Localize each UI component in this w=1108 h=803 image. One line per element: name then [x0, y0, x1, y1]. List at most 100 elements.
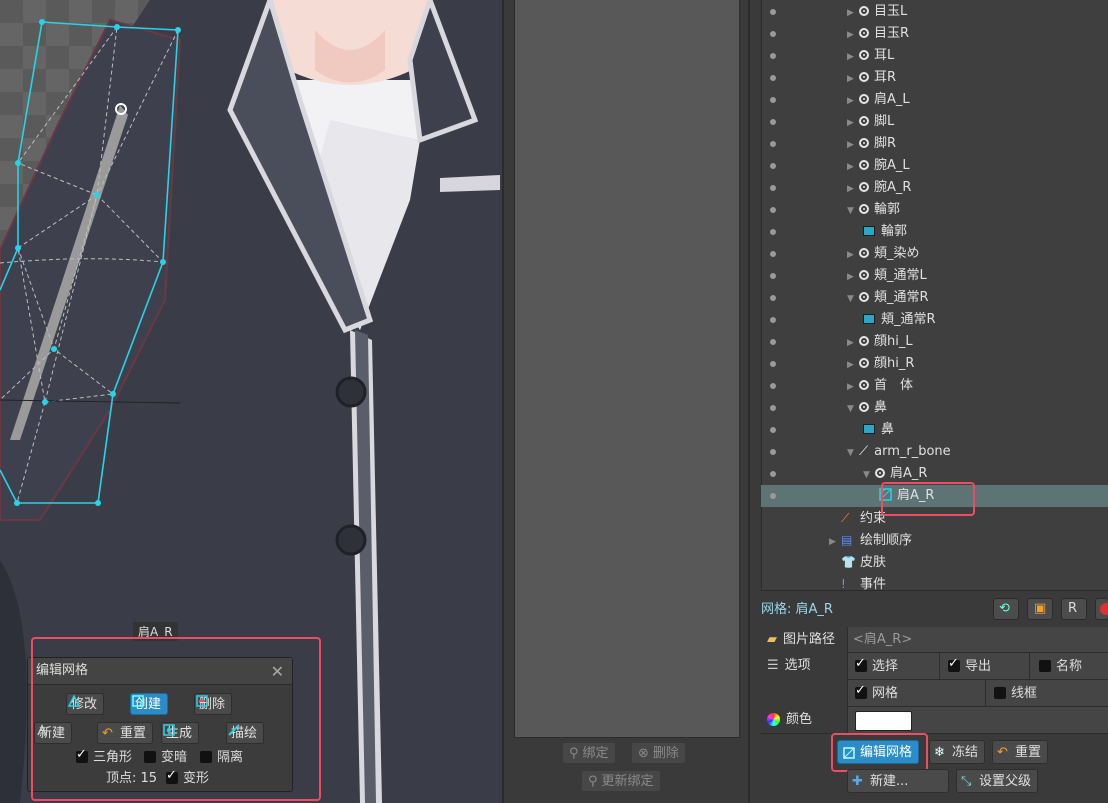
- tree-item[interactable]: ▶ 脚L: [761, 111, 1108, 133]
- edit-mesh-button[interactable]: 编辑网格: [837, 740, 920, 764]
- name-checkbox[interactable]: 名称: [1039, 659, 1082, 675]
- create-mode-button[interactable]: 创建: [130, 693, 169, 715]
- visibility-dot-icon[interactable]: [770, 185, 776, 191]
- collapse-arrow-icon[interactable]: ▼: [863, 464, 875, 486]
- tree-item[interactable]: ▶ 脚R: [761, 133, 1108, 155]
- expand-arrow-icon[interactable]: ▶: [847, 354, 859, 376]
- mesh-checkbox[interactable]: 网格: [855, 683, 898, 702]
- tree-item[interactable]: 肩A_R: [761, 485, 1108, 507]
- visibility-dot-icon[interactable]: [770, 163, 776, 169]
- visibility-dot-icon[interactable]: [770, 493, 776, 499]
- tree-item[interactable]: ▼ 頬_通常R: [761, 287, 1108, 309]
- tree-item[interactable]: ▶ 耳L: [761, 45, 1108, 67]
- expand-arrow-icon[interactable]: ▶: [847, 24, 859, 46]
- tree-root-item[interactable]: ⟋ 约束: [761, 507, 1108, 529]
- tree-item[interactable]: ▶ 目玉L: [761, 1, 1108, 23]
- reset-button[interactable]: ↶ 重置: [992, 740, 1049, 764]
- tree-root-item[interactable]: ▶ ▤ 绘制顺序: [761, 529, 1108, 551]
- rebind-button[interactable]: ⚲ 更新绑定: [581, 770, 661, 792]
- expand-arrow-icon[interactable]: ▶: [847, 244, 859, 266]
- collapse-arrow-icon[interactable]: ▼: [847, 288, 859, 310]
- visibility-dot-icon[interactable]: [770, 97, 776, 103]
- tree-item[interactable]: ▼ ⟋ arm_r_bone: [761, 441, 1108, 463]
- reset-mesh-button[interactable]: ↶ 重置: [97, 722, 154, 744]
- visibility-dot-icon[interactable]: [770, 31, 776, 37]
- visibility-dot-icon[interactable]: [770, 361, 776, 367]
- reference-button[interactable]: R: [1061, 598, 1087, 620]
- tree-root-item[interactable]: ! 事件: [761, 573, 1108, 595]
- export-checkbox[interactable]: 导出: [948, 656, 991, 675]
- deform-checkbox[interactable]: 变形: [166, 768, 209, 787]
- tree-item[interactable]: ▶ 腕A_R: [761, 177, 1108, 199]
- expand-arrow-icon[interactable]: ▶: [847, 332, 859, 354]
- collapse-arrow-icon[interactable]: ▼: [847, 398, 859, 420]
- modify-mode-button[interactable]: 修改: [66, 693, 105, 715]
- visibility-dot-icon[interactable]: [770, 9, 776, 15]
- collapse-arrow-icon[interactable]: ▼: [847, 442, 859, 464]
- visibility-dot-icon[interactable]: [770, 53, 776, 59]
- visibility-dot-icon[interactable]: [770, 273, 776, 279]
- visibility-dot-icon[interactable]: [770, 405, 776, 411]
- tree-item[interactable]: 鼻: [761, 419, 1108, 441]
- visibility-dot-icon[interactable]: [770, 427, 776, 433]
- tree-item[interactable]: 輪郭: [761, 221, 1108, 243]
- tree-item[interactable]: ▼ 鼻: [761, 397, 1108, 419]
- tree-item[interactable]: ▶ 顔hi_L: [761, 331, 1108, 353]
- freeze-button[interactable]: ❄ 冻结: [929, 740, 986, 764]
- tree-item[interactable]: ▶ 顔hi_R: [761, 353, 1108, 375]
- select-checkbox[interactable]: 选择: [855, 656, 898, 675]
- tree-item[interactable]: ▼ 輪郭: [761, 199, 1108, 221]
- tree-item[interactable]: ▶ 腕A_L: [761, 155, 1108, 177]
- tree-item[interactable]: ▶ 耳R: [761, 67, 1108, 89]
- visibility-dot-icon[interactable]: [770, 207, 776, 213]
- close-icon[interactable]: ✕: [271, 662, 284, 681]
- visibility-dot-icon[interactable]: [770, 471, 776, 477]
- visibility-dot-icon[interactable]: [770, 251, 776, 257]
- visibility-dot-icon[interactable]: [770, 119, 776, 125]
- tree-item[interactable]: ▶ 頬_通常L: [761, 265, 1108, 287]
- expand-arrow-icon[interactable]: ▶: [847, 178, 859, 200]
- expand-arrow-icon[interactable]: ▶: [847, 134, 859, 156]
- new-dropdown-button[interactable]: ✚ 新建...: [847, 769, 949, 793]
- visibility-dot-icon[interactable]: [770, 75, 776, 81]
- expand-arrow-icon[interactable]: ▶: [847, 156, 859, 178]
- trace-button[interactable]: 描绘: [226, 722, 265, 744]
- visibility-dot-icon[interactable]: [770, 383, 776, 389]
- new-mesh-button[interactable]: 新建: [34, 722, 73, 744]
- expand-arrow-icon[interactable]: ▶: [829, 531, 841, 553]
- tree-item[interactable]: ▶ 頬_染め: [761, 243, 1108, 265]
- tree-item[interactable]: ▼ 肩A_R: [761, 463, 1108, 485]
- generate-mesh-button[interactable]: 生成: [161, 722, 200, 744]
- image-tool-button[interactable]: ▣: [1027, 598, 1053, 620]
- visibility-dot-icon[interactable]: [770, 317, 776, 323]
- tree-item[interactable]: 頬_通常R: [761, 309, 1108, 331]
- collapse-arrow-icon[interactable]: ▼: [847, 200, 859, 222]
- visibility-dot-icon[interactable]: [770, 229, 776, 235]
- visibility-dot-icon[interactable]: [770, 449, 776, 455]
- isolate-checkbox[interactable]: 隔离: [200, 750, 243, 766]
- expand-arrow-icon[interactable]: ▶: [847, 376, 859, 398]
- color-swatch[interactable]: [855, 711, 912, 731]
- wireframe-checkbox[interactable]: 线框: [994, 686, 1037, 702]
- visibility-dot-icon[interactable]: [770, 339, 776, 345]
- bind-button[interactable]: ⚲ 绑定: [562, 742, 616, 764]
- delete-mode-button[interactable]: 删除: [194, 693, 233, 715]
- mesh-tool-button[interactable]: ⟲: [993, 598, 1019, 620]
- set-parent-button[interactable]: ⤡ 设置父级: [956, 769, 1039, 793]
- expand-arrow-icon[interactable]: ▶: [847, 266, 859, 288]
- stop-button[interactable]: [1095, 598, 1108, 620]
- tree-item[interactable]: ▶ 肩A_L: [761, 89, 1108, 111]
- expand-arrow-icon[interactable]: ▶: [847, 112, 859, 134]
- expand-arrow-icon[interactable]: ▶: [847, 2, 859, 24]
- dim-checkbox[interactable]: 变暗: [144, 750, 187, 766]
- expand-arrow-icon[interactable]: ▶: [847, 68, 859, 90]
- visibility-dot-icon[interactable]: [770, 295, 776, 301]
- tree-item[interactable]: ▶ 首 体: [761, 375, 1108, 397]
- unbind-button[interactable]: ⊗ 删除: [631, 742, 686, 764]
- image-path-field[interactable]: <肩A_R>: [847, 627, 1108, 653]
- bones-list[interactable]: [514, 0, 740, 738]
- tree-root-item[interactable]: 👕 皮肤: [761, 551, 1108, 573]
- expand-arrow-icon[interactable]: ▶: [847, 46, 859, 68]
- canvas-viewport[interactable]: 肩A_R 编辑网格 ✕ 修改 创建 删除 新建 ↶ 重置 生成 描绘 三角形 变暗…: [0, 0, 502, 803]
- triangles-checkbox[interactable]: 三角形: [76, 747, 132, 766]
